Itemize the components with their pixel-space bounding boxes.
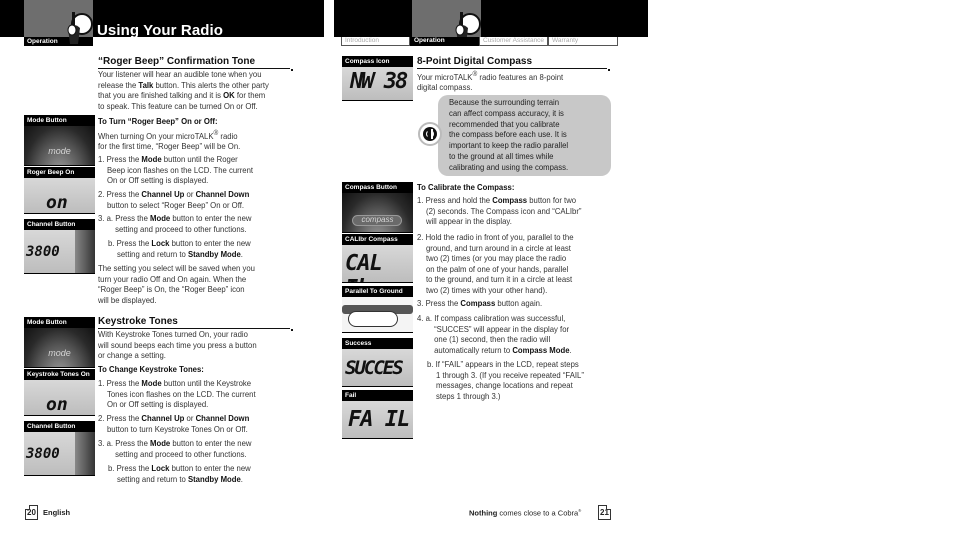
thumb-label: Roger Beep On: [24, 167, 95, 178]
thumb-label: Mode Button: [24, 317, 95, 328]
page-title: Using Your Radio: [97, 22, 224, 39]
hand-radio-icon: [67, 12, 93, 44]
keystroke-step-2: 2. Press the Channel Up or Channel Down b…: [98, 413, 250, 434]
lcd-value: CAL Ibr: [345, 251, 383, 282]
thumb-mode-button: Mode Button mode: [24, 317, 95, 368]
calibrate-step-3: 3. Press the Compass button again.: [417, 298, 543, 308]
hand-shape: [348, 311, 398, 327]
thumb-label: Compass Icon: [342, 56, 413, 67]
caution-text: Because the surrounding terrain can affec…: [449, 97, 569, 172]
mode-word: mode: [48, 348, 71, 358]
caution-icon-inner: [423, 127, 437, 141]
thumb-label: Success: [342, 338, 413, 349]
thumb-label: Channel Button: [24, 421, 95, 432]
thumb-label: Channel Button: [24, 219, 95, 230]
lcd-image: NW 38: [342, 67, 413, 101]
roger-beep-step-1: 1. Press the Mode button until the Roger…: [98, 154, 254, 185]
lcd-value: FA IL: [348, 407, 410, 432]
footer-slogan: Nothing comes close to a Cobra®: [469, 508, 581, 518]
caution-icon-bar: [431, 129, 433, 139]
channel-knob: [75, 230, 95, 273]
thumb-label: Compass Button: [342, 182, 413, 193]
slogan-bold: Nothing: [469, 508, 498, 518]
thumb-label: CALIbr Compass: [342, 234, 413, 245]
lcd-image: CAL Ibr: [342, 245, 413, 283]
section-tabs: Introduction Operation Customer Assistan…: [341, 37, 618, 46]
lcd-image: FA IL: [342, 401, 413, 439]
tab-introduction[interactable]: Introduction: [341, 37, 410, 46]
thumb-calibr-compass: CALIbr Compass CAL Ibr: [342, 234, 413, 283]
thumb-success: Success SUCCES: [342, 338, 413, 387]
slogan-rest: comes close to a Cobra: [497, 508, 579, 518]
channel-knob: [75, 432, 95, 475]
roger-beep-intro: Your listener will hear an audible tone …: [98, 69, 269, 111]
tab-customer-assistance[interactable]: Customer Assistance: [479, 37, 548, 46]
lcd-value: 3800: [26, 244, 60, 260]
keystroke-subheading: To Change Keystroke Tones:: [98, 364, 204, 374]
page-number-left: 20: [25, 505, 38, 520]
tab-warranty[interactable]: Warranty: [548, 37, 618, 46]
lcd-image: on: [24, 380, 95, 416]
calibrate-subheading: To Calibrate the Compass:: [417, 182, 515, 192]
right-header-bar: [334, 0, 648, 37]
roger-beep-closing: The setting you select will be saved whe…: [98, 263, 255, 305]
keystroke-step-3b: b. Press the Lock button to enter the ne…: [108, 463, 251, 484]
thumb-label: Keystroke Tones On: [24, 369, 95, 380]
mode-button-image: mode: [24, 328, 95, 368]
thumb-label: Fail: [342, 390, 413, 401]
lcd-value: 3800: [26, 446, 60, 462]
calibrate-step-4b: b. If “FAIL” appears in the LCD, repeat …: [427, 359, 584, 401]
calibrate-step-4a: 4. a. If compass calibration was success…: [417, 313, 572, 355]
operation-tab-label: Operation: [27, 38, 58, 45]
roger-beep-step-3a: 3. a. Press the Mode button to enter the…: [98, 213, 252, 234]
thumb-channel-button: Channel Button 3800: [24, 421, 95, 476]
roger-beep-note: When turning On your microTALK® radio for…: [98, 129, 241, 152]
hand-holding-radio-image: [342, 297, 413, 333]
thumb-fail: Fail FA IL: [342, 390, 413, 439]
calibrate-step-2: 2. Hold the radio in front of you, paral…: [417, 232, 574, 295]
language-label: English: [43, 508, 71, 517]
thumb-mode-button: Mode Button mode: [24, 115, 95, 166]
calibrate-step-1: 1. Press and hold the Compass button for…: [417, 195, 582, 226]
tab-operation[interactable]: Operation: [410, 37, 479, 46]
compass-button-image: compass: [342, 193, 413, 233]
page-number-right: 21: [598, 505, 611, 520]
lcd-value: on: [46, 394, 68, 415]
lcd-image: 3800: [24, 230, 95, 274]
mode-button-image: mode: [24, 126, 95, 166]
thumb-keystroke-tones-on: Keystroke Tones On on: [24, 369, 95, 416]
caution-icon: [418, 122, 442, 146]
lcd-image: 3800: [24, 432, 95, 476]
thumb-label: Parallel To Ground: [342, 286, 413, 297]
lcd-image: on: [24, 178, 95, 214]
thumb-compass-icon: Compass Icon NW 38: [342, 56, 413, 101]
keystroke-tones-heading: Keystroke Tones: [98, 316, 293, 331]
compass-word: compass: [361, 215, 394, 224]
lcd-value: on: [46, 192, 68, 213]
thumb-compass-button: Compass Button compass: [342, 182, 413, 233]
keystroke-intro: With Keystroke Tones turned On, your rad…: [98, 329, 257, 360]
roger-beep-step-2: 2. Press the Channel Up or Channel Down b…: [98, 189, 250, 210]
lcd-value: NW 38: [350, 69, 408, 94]
roger-beep-step-3b: b. Press the Lock button to enter the ne…: [108, 238, 251, 259]
lcd-image: SUCCES: [342, 349, 413, 387]
registered-mark: ®: [578, 508, 582, 513]
lcd-value: SUCCES: [345, 357, 404, 379]
keystroke-step-1: 1. Press the Mode button until the Keyst…: [98, 378, 256, 409]
roger-beep-subheading: To Turn “Roger Beep” On or Off:: [98, 116, 218, 126]
roger-beep-heading: “Roger Beep” Confirmation Tone: [98, 56, 293, 71]
thumb-label: Mode Button: [24, 115, 95, 126]
thumb-parallel-to-ground: Parallel To Ground: [342, 286, 413, 333]
thumb-channel-button: Channel Button 3800: [24, 219, 95, 274]
thumb-roger-beep-on: Roger Beep On on: [24, 167, 95, 214]
keystroke-step-3a: 3. a. Press the Mode button to enter the…: [98, 438, 252, 459]
mode-word: mode: [48, 146, 71, 156]
compass-heading: 8-Point Digital Compass: [417, 56, 610, 71]
compass-intro: Your microTALK® radio features an 8-poin…: [417, 70, 564, 93]
